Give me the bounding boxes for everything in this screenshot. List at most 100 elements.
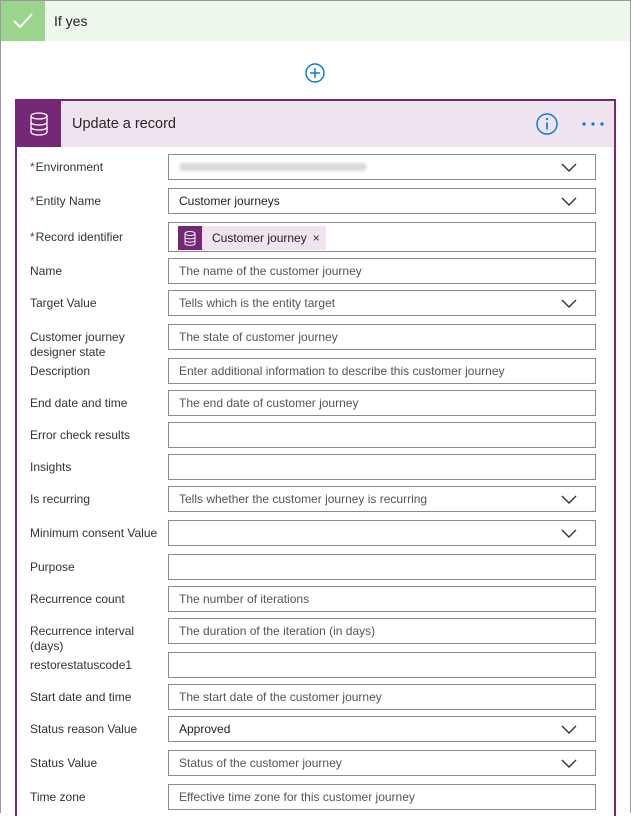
dropdown-target-value[interactable]: Tells which is the entity target: [168, 290, 596, 316]
input-customer-journey-designer-state[interactable]: The state of customer journey: [168, 324, 596, 350]
dropdown-environment[interactable]: [168, 154, 596, 180]
update-record-card: Update a record *Environment *Entity Name…: [15, 99, 616, 816]
input-purpose[interactable]: [168, 554, 596, 580]
field-label-status-value: Status Value: [30, 756, 165, 771]
field-placeholder: Enter additional information to describe…: [179, 364, 505, 378]
input-recurrence-count[interactable]: The number of iterations: [168, 586, 596, 612]
add-circle-icon: [305, 63, 325, 83]
field-label-start-date-and-time: Start date and time: [30, 690, 165, 705]
field-placeholder: The start date of the customer journey: [179, 690, 382, 704]
chevron-down-icon[interactable]: [561, 757, 577, 769]
database-icon: [17, 101, 61, 147]
field-label-target-value: Target Value: [30, 296, 165, 311]
field-label-text: Description: [30, 364, 91, 378]
chevron-down-icon[interactable]: [561, 195, 577, 207]
dynamic-content-token[interactable]: Customer journey ×: [178, 226, 326, 250]
card-header[interactable]: Update a record: [17, 101, 614, 147]
field-label-text: Target Value: [30, 296, 97, 310]
field-placeholder: The state of customer journey: [179, 330, 338, 344]
checkmark-icon: [1, 1, 45, 41]
field-label-entity-name: *Entity Name: [30, 194, 165, 209]
redacted-value: [179, 163, 367, 171]
field-label-environment: *Environment: [30, 160, 165, 175]
field-label-text: Recurrence interval (days): [30, 624, 135, 653]
field-placeholder: Tells which is the entity target: [179, 296, 336, 310]
field-label-text: restorestatuscode1: [30, 658, 133, 672]
input-insights[interactable]: [168, 454, 596, 480]
field-value: Approved: [179, 722, 231, 736]
more-icon: [582, 122, 604, 126]
field-placeholder: Status of the customer journey: [179, 756, 342, 770]
required-marker: *: [30, 230, 35, 244]
field-label-purpose: Purpose: [30, 560, 165, 575]
field-placeholder: Tells whether the customer journey is re…: [179, 492, 428, 506]
input-error-check-results[interactable]: [168, 422, 596, 448]
field-label-text: Entity Name: [35, 194, 102, 208]
field-placeholder: The name of the customer journey: [179, 264, 362, 278]
input-recurrence-interval-days[interactable]: The duration of the iteration (in days): [168, 618, 596, 644]
field-label-text: Minimum consent Value: [30, 526, 158, 540]
input-name[interactable]: The name of the customer journey: [168, 258, 596, 284]
field-label-text: Recurrence count: [30, 592, 125, 606]
field-label-record-identifier: *Record identifier: [30, 230, 165, 245]
input-end-date-and-time[interactable]: The end date of customer journey: [168, 390, 596, 416]
field-label-time-zone: Time zone: [30, 790, 165, 805]
info-icon: [536, 113, 558, 135]
field-label-text: Insights: [30, 460, 72, 474]
add-step-button[interactable]: [305, 63, 325, 83]
chevron-down-icon[interactable]: [561, 297, 577, 309]
required-marker: *: [30, 160, 35, 174]
field-label-insights: Insights: [30, 460, 165, 475]
field-label-name: Name: [30, 264, 165, 279]
chevron-down-icon[interactable]: [561, 527, 577, 539]
info-button[interactable]: [535, 112, 559, 136]
field-label-error-check-results: Error check results: [30, 428, 165, 443]
field-label-restorestatuscode1: restorestatuscode1: [30, 658, 165, 673]
field-label-customer-journey-designer-state: Customer journey designer state: [30, 330, 165, 360]
field-placeholder: The number of iterations: [179, 592, 310, 606]
field-label-text: Customer journey designer state: [30, 330, 125, 359]
dropdown-entity-name[interactable]: Customer journeys: [168, 188, 596, 214]
field-label-recurrence-count: Recurrence count: [30, 592, 165, 607]
field-label-text: End date and time: [30, 396, 128, 410]
input-record-identifier[interactable]: Customer journey ×: [168, 222, 596, 252]
input-start-date-and-time[interactable]: The start date of the customer journey: [168, 684, 596, 710]
field-label-recurrence-interval-days: Recurrence interval (days): [30, 624, 165, 654]
field-label-text: Start date and time: [30, 690, 132, 704]
chevron-down-icon[interactable]: [561, 161, 577, 173]
close-icon[interactable]: ×: [313, 231, 320, 245]
field-label-text: Status Value: [30, 756, 98, 770]
chevron-down-icon[interactable]: [561, 723, 577, 735]
field-label-description: Description: [30, 364, 165, 379]
field-label-text: Error check results: [30, 428, 131, 442]
dropdown-is-recurring[interactable]: Tells whether the customer journey is re…: [168, 486, 596, 512]
field-label-text: Status reason Value: [30, 722, 138, 736]
field-label-text: Record identifier: [35, 230, 124, 244]
field-placeholder: The duration of the iteration (in days): [179, 624, 376, 638]
field-label-end-date-and-time: End date and time: [30, 396, 165, 411]
field-label-text: Name: [30, 264, 63, 278]
required-marker: *: [30, 194, 35, 208]
dropdown-status-value[interactable]: Status of the customer journey: [168, 750, 596, 776]
more-options-button[interactable]: [579, 114, 607, 134]
field-label-text: Purpose: [30, 560, 75, 574]
field-label-text: Time zone: [30, 790, 86, 804]
dropdown-minimum-consent-value[interactable]: [168, 520, 596, 546]
token-label: Customer journey: [212, 231, 307, 245]
field-placeholder: The end date of customer journey: [179, 396, 359, 410]
dropdown-status-reason-value[interactable]: Approved: [168, 716, 596, 742]
field-placeholder: Effective time zone for this customer jo…: [179, 790, 415, 804]
field-value: Customer journeys: [179, 194, 280, 208]
input-restorestatuscode1[interactable]: [168, 652, 596, 678]
field-label-text: Is recurring: [30, 492, 91, 506]
field-label-text: Environment: [35, 160, 104, 174]
input-time-zone[interactable]: Effective time zone for this customer jo…: [168, 784, 596, 810]
condition-branch-header[interactable]: If yes: [1, 1, 630, 41]
chevron-down-icon[interactable]: [561, 493, 577, 505]
field-label-is-recurring: Is recurring: [30, 492, 165, 507]
field-label-minimum-consent-value: Minimum consent Value: [30, 526, 165, 541]
card-title: Update a record: [72, 116, 176, 132]
input-description[interactable]: Enter additional information to describe…: [168, 358, 596, 384]
condition-branch-title: If yes: [54, 13, 88, 29]
database-icon: [178, 226, 202, 250]
